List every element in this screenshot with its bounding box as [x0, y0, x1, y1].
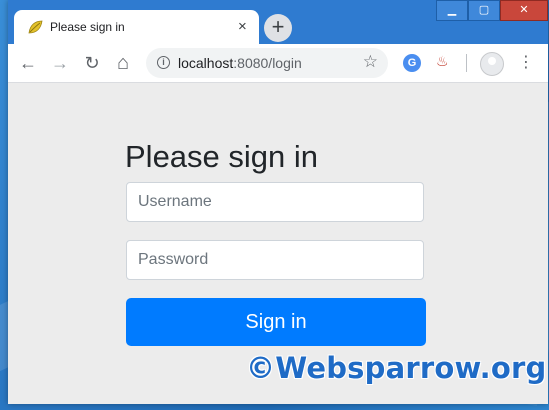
address-bar[interactable]: i localhost:8080/login ☆: [146, 48, 388, 78]
maximize-button[interactable]: ▢: [468, 0, 500, 21]
grammarly-icon[interactable]: G: [403, 54, 421, 72]
info-icon[interactable]: i: [157, 56, 170, 69]
profile-icon[interactable]: [480, 52, 504, 76]
browser-toolbar: ← → ↻ ⌂ i localhost:8080/login ☆ G ♨ ⋮: [8, 44, 548, 83]
url-text[interactable]: localhost:8080/login: [178, 55, 302, 71]
minimize-button[interactable]: ▁: [436, 0, 468, 21]
more-icon[interactable]: ⋮: [518, 51, 534, 75]
star-icon[interactable]: ☆: [363, 52, 378, 72]
sign-in-button[interactable]: Sign in: [126, 298, 426, 346]
spring-leaf-icon: [28, 20, 43, 34]
browser-window: Please sign in × + ▁ ▢ ✕ ← → ↻ ⌂ i local…: [8, 0, 548, 404]
back-icon[interactable]: ←: [16, 51, 40, 75]
password-field[interactable]: [126, 240, 424, 280]
page-title: Please sign in: [125, 139, 319, 174]
home-icon[interactable]: ⌂: [111, 51, 135, 75]
forward-icon[interactable]: →: [48, 51, 72, 75]
new-tab-button[interactable]: +: [264, 14, 292, 42]
window-controls: ▁ ▢ ✕: [436, 0, 548, 21]
desktop: { "tab": { "title": "Please sign in", "c…: [0, 0, 549, 410]
watermark: ©Websparrow.org: [246, 351, 547, 385]
tab-title: Please sign in: [50, 20, 125, 34]
close-icon[interactable]: ×: [238, 18, 247, 36]
java-icon[interactable]: ♨: [436, 53, 449, 70]
browser-tab[interactable]: Please sign in ×: [14, 10, 259, 44]
window-close-button[interactable]: ✕: [500, 0, 548, 21]
reload-icon[interactable]: ↻: [80, 51, 104, 75]
url-host: localhost: [178, 55, 234, 71]
title-bar: Please sign in × + ▁ ▢ ✕: [8, 0, 548, 44]
url-path: :8080/login: [233, 55, 302, 71]
username-field[interactable]: [126, 182, 424, 222]
toolbar-divider: [466, 54, 467, 72]
